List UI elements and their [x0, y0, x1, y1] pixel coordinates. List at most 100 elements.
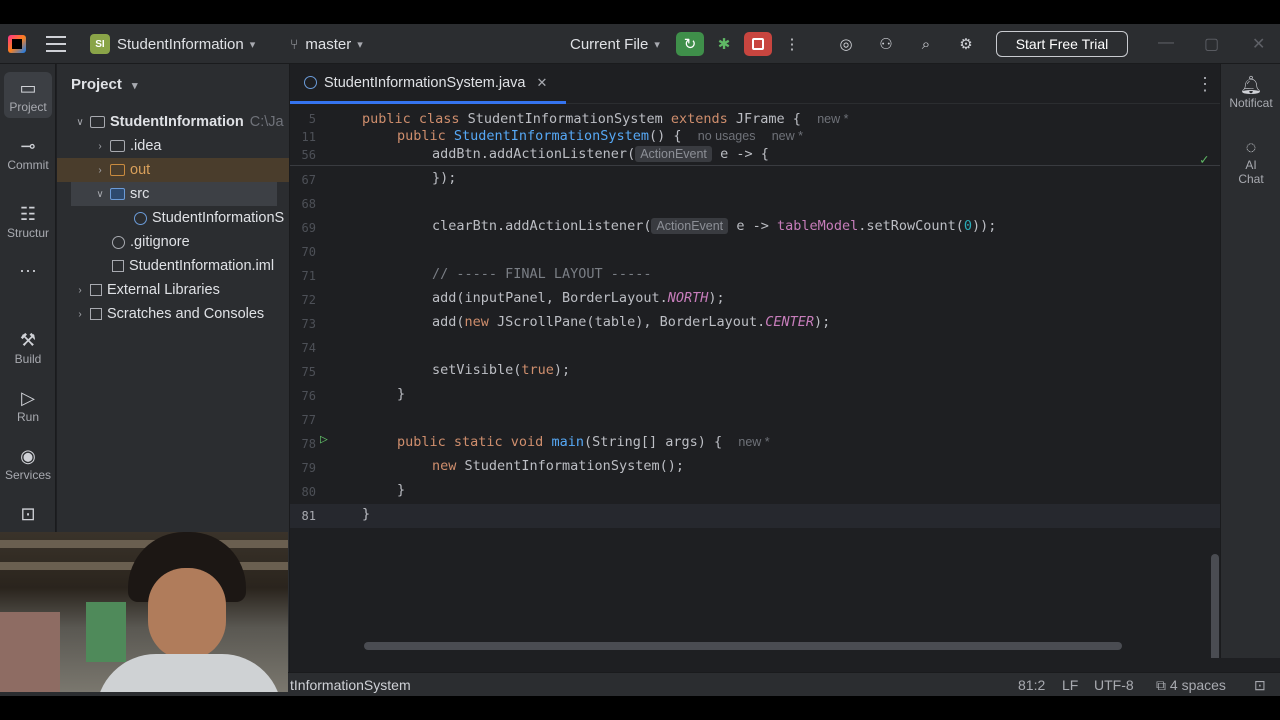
line-number: 81: [301, 509, 316, 523]
source-folder-icon: [110, 188, 125, 200]
line-separator[interactable]: LF: [1062, 677, 1078, 693]
tree-item-scratches[interactable]: › Scratches and Consoles: [57, 302, 289, 326]
branch-switcher[interactable]: ⑂ master ▾: [290, 24, 363, 64]
user-icon: ⚇: [879, 36, 893, 53]
add-user-button[interactable]: ⚇: [872, 32, 900, 56]
code-with-me-button[interactable]: ◎: [832, 32, 860, 56]
usage-hint: new *: [817, 112, 849, 126]
chevron-down-icon: ▾: [132, 80, 138, 92]
tab-student-information-system[interactable]: StudentInformationSystem.java ✕: [290, 64, 566, 104]
tool-build[interactable]: ⚒ Build: [0, 330, 56, 366]
project-name: StudentInformation: [117, 35, 244, 53]
tool-services[interactable]: ◉ Services: [0, 446, 56, 482]
horizontal-scrollbar[interactable]: [364, 642, 1122, 650]
code-line: add(inputPanel, BorderLayout.NORTH);: [432, 290, 725, 306]
code-token: JScrollPane(table), BorderLayout.: [497, 314, 766, 330]
webcam-background: [0, 612, 60, 692]
library-icon: [90, 284, 102, 296]
branch-name: master: [305, 35, 352, 53]
indent-settings[interactable]: ⧉ 4 spaces: [1156, 677, 1226, 694]
debug-button[interactable]: ✱: [710, 32, 738, 56]
tree-label: src: [130, 186, 150, 202]
code-line: public static void main(String[] args) {…: [397, 434, 770, 450]
tool-terminal[interactable]: ⊡: [0, 504, 56, 526]
tool-run[interactable]: ▷ Run: [0, 388, 56, 424]
tree-label: StudentInformation: [110, 114, 244, 130]
code-line: }: [362, 506, 371, 522]
maximize-icon[interactable]: ▢: [1204, 34, 1219, 54]
tree-item-gitignore[interactable]: .gitignore: [57, 230, 289, 254]
current-line-highlight: [290, 504, 1220, 528]
code-line: });: [432, 170, 457, 186]
usage-hint: new *: [771, 129, 803, 143]
settings-button[interactable]: ⚙: [952, 32, 980, 56]
stop-button[interactable]: [744, 32, 772, 56]
project-switcher[interactable]: SI StudentInformation ▾: [90, 24, 255, 64]
code-line: setVisible(true);: [432, 362, 570, 378]
caret-position[interactable]: 81:2: [1018, 677, 1045, 693]
expand-arrow-icon: ∨: [76, 116, 84, 128]
code-line: clearBtn.addActionListener(ActionEvent e…: [432, 218, 996, 234]
rerun-button[interactable]: ↻: [676, 32, 704, 56]
tool-structure[interactable]: ☷ Structur: [0, 204, 56, 240]
code-area[interactable]: 5 public class StudentInformationSystem …: [290, 104, 1220, 658]
minimize-icon[interactable]: —: [1158, 34, 1174, 52]
tree-item-out[interactable]: › out: [57, 158, 289, 182]
code-line: public class StudentInformationSystem ex…: [362, 111, 848, 127]
tool-label: Structur: [6, 226, 49, 240]
tool-project[interactable]: ▭ Project: [4, 72, 52, 118]
tree-item-iml[interactable]: StudentInformation.iml: [57, 254, 289, 278]
search-button[interactable]: ⌕: [912, 32, 940, 56]
tree-item-root[interactable]: ∨ StudentInformation C:\Ja: [57, 110, 289, 134]
breadcrumb[interactable]: tInformationSystem: [290, 677, 411, 693]
more-vertical-icon[interactable]: ⋮: [1196, 74, 1214, 95]
code-comment: // ----- FINAL LAYOUT -----: [432, 266, 652, 282]
run-gutter-icon[interactable]: ▷: [320, 432, 328, 447]
code-token: );: [708, 290, 725, 306]
code-token: );: [553, 362, 571, 378]
code-line: addBtn.addActionListener(ActionEvent e -…: [432, 146, 769, 162]
tree-item-idea[interactable]: › .idea: [57, 134, 289, 158]
tree-item-src[interactable]: ∨ src: [71, 182, 277, 206]
tool-ai-chat[interactable]: ◌ AI Chat: [1221, 136, 1280, 186]
tool-commit[interactable]: ⊸ Commit: [0, 136, 56, 172]
main-menu-icon[interactable]: [46, 36, 66, 52]
project-panel-title[interactable]: Project ▾: [71, 76, 138, 93]
panel-title-text: Project: [71, 76, 122, 93]
line-number: 76: [301, 389, 316, 403]
chevron-down-icon: ▾: [654, 38, 660, 51]
no-problems-check-icon[interactable]: ✓: [1200, 152, 1208, 168]
code-token: CENTER: [765, 314, 815, 330]
services-icon: ◉: [20, 446, 36, 466]
code-editor: StudentInformationSystem.java ✕ ⋮ 5 publ…: [290, 64, 1280, 658]
tree-item-external-libraries[interactable]: › External Libraries: [57, 278, 289, 302]
structure-icon: ☷: [19, 204, 37, 224]
vertical-scrollbar[interactable]: [1211, 554, 1219, 658]
scratches-icon: [90, 308, 102, 320]
tree-item-java-file[interactable]: StudentInformationS: [57, 206, 289, 230]
code-token: addBtn.addActionListener(: [432, 146, 636, 162]
close-tab-icon[interactable]: ✕: [537, 75, 548, 91]
file-encoding[interactable]: UTF-8: [1094, 677, 1134, 693]
tool-notifications[interactable]: 🔔︎ Notificat: [1221, 74, 1280, 110]
folder-icon: [110, 140, 125, 152]
code-token: clearBtn.addActionListener(: [432, 218, 652, 234]
code-token: new: [464, 314, 498, 330]
ignore-file-icon: [112, 235, 125, 249]
close-icon[interactable]: ✕: [1252, 34, 1265, 54]
bell-icon: 🔔︎: [1239, 75, 1263, 95]
code-token: .setRowCount(: [858, 218, 964, 234]
tree-path: C:\Ja: [249, 114, 284, 130]
presenter-face: [148, 568, 226, 660]
code-token: (String[] args) {: [583, 434, 723, 450]
more-tools-button[interactable]: ···: [0, 260, 56, 282]
right-tool-strip: 🔔︎ Notificat ◌ AI Chat: [1220, 64, 1280, 658]
more-actions-button[interactable]: ⋮: [778, 32, 806, 56]
start-free-trial-button[interactable]: Start Free Trial: [996, 31, 1128, 57]
lock-icon[interactable]: ⊡: [1254, 677, 1266, 694]
line-number: 67: [301, 173, 316, 187]
spiral-icon: ◎: [839, 36, 853, 53]
run-config-selector[interactable]: Current File ▾: [570, 24, 660, 64]
code-token: () {: [648, 128, 682, 144]
code-token: main: [551, 434, 584, 450]
